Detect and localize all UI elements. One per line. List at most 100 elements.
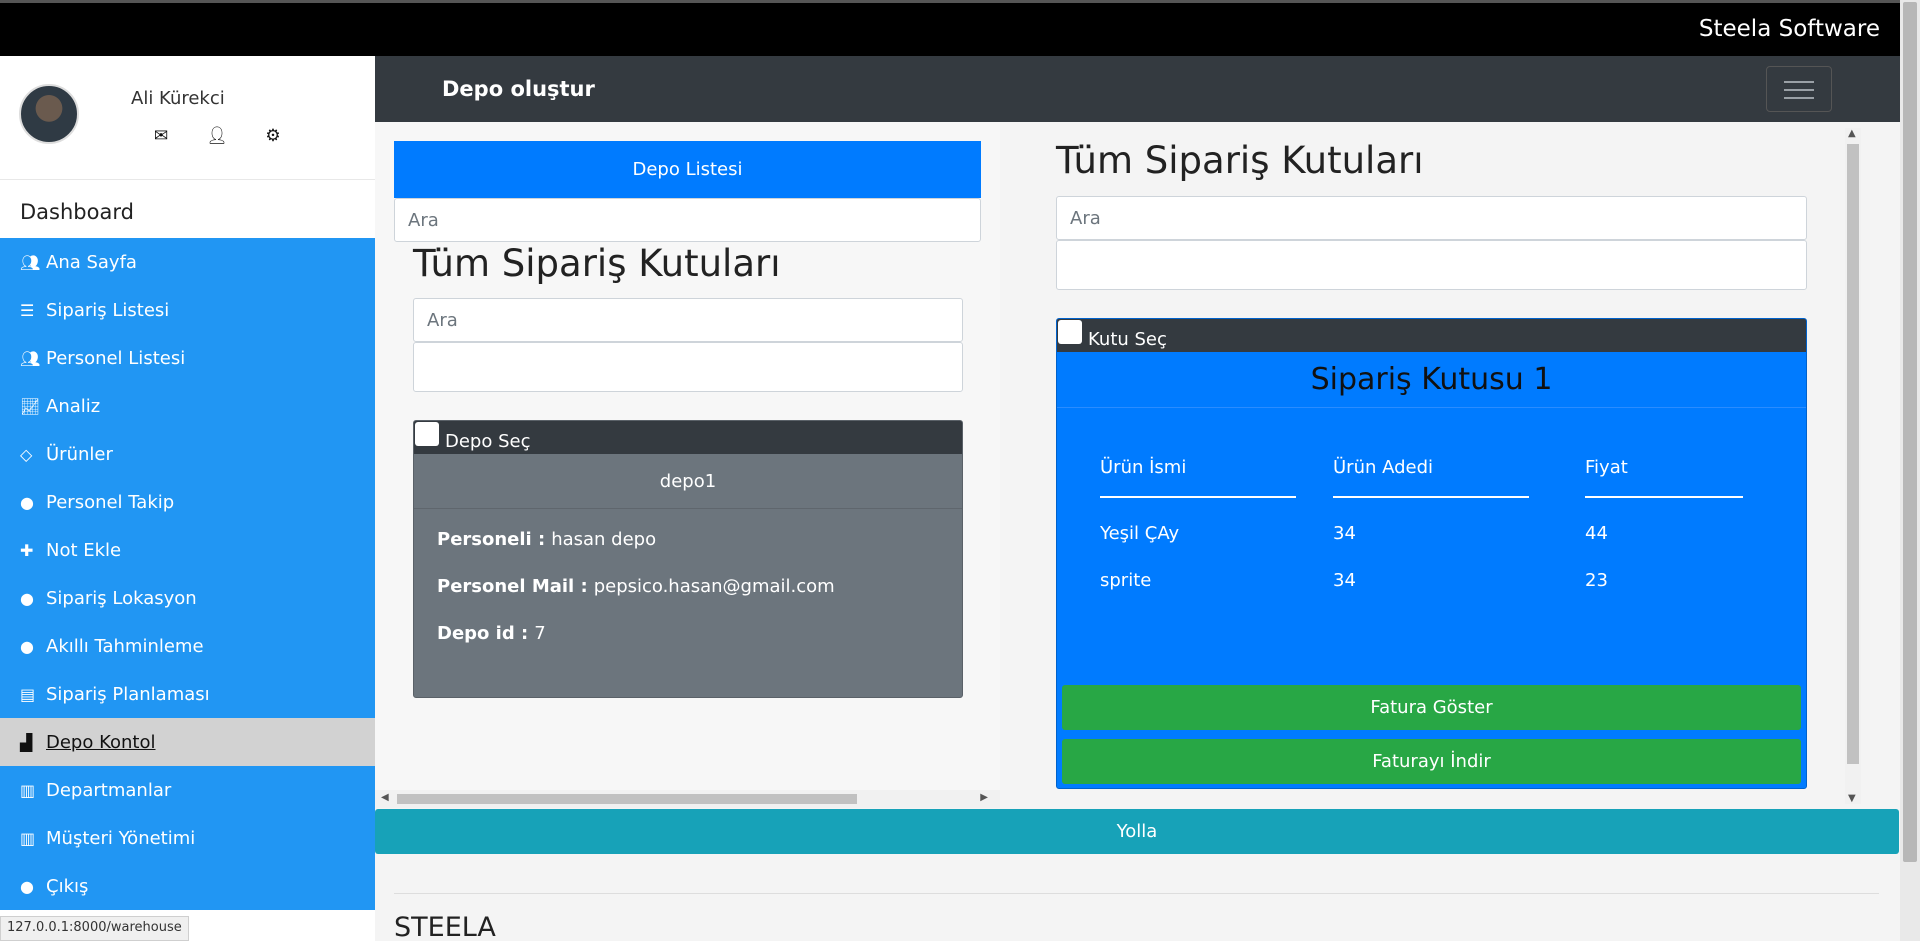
- profile-actions: ✉ 👤︎ ⚙: [150, 126, 284, 148]
- mail-value: pepsico.hasan@gmail.com: [593, 576, 835, 597]
- building-icon: ▥: [20, 780, 36, 800]
- warehouse-select-label: Depo Seç: [445, 431, 531, 452]
- column-header-price: Fiyat: [1585, 457, 1743, 498]
- profile-name: Ali Kürekci: [131, 88, 225, 109]
- globe-icon: ●: [20, 636, 34, 656]
- sidebar-item-personel-listesi[interactable]: 👥︎ Personel Listesi: [0, 334, 375, 382]
- left-panel-scroll-thumb[interactable]: [397, 794, 857, 804]
- warehouse-card-header: Depo Seç: [414, 421, 962, 454]
- sidebar-item-akilli-tahminleme[interactable]: ● Akıllı Tahminleme: [0, 622, 375, 670]
- scroll-up-icon[interactable]: ▲: [1848, 128, 1856, 139]
- box-select-label: Kutu Seç: [1088, 329, 1167, 350]
- diamond-icon: ◇: [20, 444, 33, 464]
- order-box-search-input[interactable]: Ara: [413, 298, 963, 342]
- column-header-quantity: Ürün Adedi: [1333, 457, 1529, 498]
- order-box-title: Sipariş Kutusu 1: [1057, 352, 1806, 408]
- table-row: sprite 34 23: [1100, 557, 1745, 604]
- sidebar-item-not-ekle[interactable]: ✚ Not Ekle: [0, 526, 375, 574]
- show-invoice-button[interactable]: Fatura Göster: [1062, 685, 1801, 730]
- sidebar-item-siparis-listesi[interactable]: ☰ Sipariş Listesi: [0, 286, 375, 334]
- hamburger-icon-line: [1784, 97, 1814, 99]
- sidebar-item-cikis[interactable]: ● Çıkış: [0, 862, 375, 910]
- sidebar-item-label: Sipariş Listesi: [46, 299, 170, 321]
- table-header: Ürün İsmi Ürün Adedi Fiyat: [1100, 457, 1745, 498]
- warehouse-card: Depo Seç depo1 Personeli : hasan depo Per…: [413, 420, 963, 698]
- status-url: 127.0.0.1:8000/warehouse: [0, 916, 189, 941]
- send-button[interactable]: Yolla: [375, 809, 1899, 854]
- sidebar: Ali Kürekci ✉ 👤︎ ⚙ Dashboard 👥︎ Ana Sayfa…: [0, 56, 375, 941]
- sidebar-item-label: Müşteri Yönetimi: [46, 827, 196, 849]
- order-box-filter-field[interactable]: [413, 342, 963, 392]
- sidebar-item-label: Ana Sayfa: [46, 251, 137, 273]
- warehouse-title: depo1: [414, 454, 962, 509]
- id-value: 7: [534, 623, 546, 644]
- brand-text[interactable]: Steela Software: [1699, 16, 1880, 42]
- envelope-icon[interactable]: ✉: [150, 126, 172, 148]
- top-navbar: Steela Software: [0, 0, 1900, 56]
- sidebar-item-label: Departmanlar: [46, 779, 172, 801]
- sidebar-item-analiz[interactable]: 📈︎ Analiz: [0, 382, 375, 430]
- chart-line-icon: 📈︎: [20, 396, 41, 416]
- globe-icon: ●: [20, 492, 34, 512]
- order-search-input[interactable]: Ara: [1056, 196, 1807, 240]
- right-panel-scroll-thumb[interactable]: [1847, 144, 1859, 764]
- personel-value: hasan depo: [551, 529, 657, 550]
- sidebar-item-urunler[interactable]: ◇ Ürünler: [0, 430, 375, 478]
- sidebar-item-siparis-planlamasi[interactable]: ▤ Sipariş Planlaması: [0, 670, 375, 718]
- sidebar-item-siparis-lokasyon[interactable]: ● Sipariş Lokasyon: [0, 574, 375, 622]
- left-panel-scrollbar[interactable]: ◀ ▶: [375, 790, 1000, 808]
- sidebar-item-musteri-yonetimi[interactable]: ▥ Müşteri Yönetimi: [0, 814, 375, 862]
- sidebar-item-label: Analiz: [46, 395, 101, 417]
- list-icon: ☰: [20, 300, 35, 320]
- page-title: Depo oluştur: [442, 77, 595, 101]
- cell-product-name: sprite: [1100, 570, 1152, 591]
- warehouse-list-button[interactable]: Depo Listesi: [394, 141, 981, 198]
- hamburger-icon-line: [1784, 89, 1814, 91]
- left-section-title: Tüm Sipariş Kutuları: [413, 242, 781, 285]
- user-icon[interactable]: 👤︎: [206, 126, 228, 148]
- id-label: Depo id :: [437, 623, 529, 644]
- hamburger-icon: [1784, 81, 1814, 83]
- sidebar-item-personel-takip[interactable]: ● Personel Takip: [0, 478, 375, 526]
- warehouse-id: Depo id :7: [414, 610, 962, 657]
- cell-price: 23: [1585, 570, 1608, 591]
- scroll-right-icon[interactable]: ▶: [980, 792, 988, 803]
- sidebar-item-departmanlar[interactable]: ▥ Departmanlar: [0, 766, 375, 814]
- scroll-left-icon[interactable]: ◀: [381, 792, 389, 803]
- globe-icon: ●: [20, 876, 34, 896]
- window-scrollbar[interactable]: [1900, 0, 1920, 941]
- sidebar-item-depo-kontol[interactable]: ▟ Depo Kontol: [0, 718, 375, 766]
- sidebar-item-label: Sipariş Lokasyon: [46, 587, 197, 609]
- box-select-checkbox[interactable]: [1058, 320, 1082, 344]
- sidebar-item-ana-sayfa[interactable]: 👥︎ Ana Sayfa: [0, 238, 375, 286]
- sidebar-item-label: Ürünler: [46, 443, 113, 465]
- industry-icon: ▟: [20, 732, 33, 752]
- table-row: Yeşil ÇAy 34 44: [1100, 510, 1745, 557]
- plus-icon: ✚: [20, 540, 34, 560]
- order-filter-field[interactable]: [1056, 240, 1807, 290]
- window-scrollbar-thumb[interactable]: [1903, 2, 1917, 862]
- order-items-table: Ürün İsmi Ürün Adedi Fiyat Yeşil ÇAy 34 …: [1100, 457, 1745, 604]
- order-box-card: Kutu Seç Sipariş Kutusu 1 Ürün İsmi Ürün…: [1056, 318, 1807, 789]
- gear-icon[interactable]: ⚙: [262, 126, 284, 148]
- personel-label: Personeli :: [437, 529, 546, 550]
- order-box-card-header: Kutu Seç: [1057, 319, 1806, 352]
- download-invoice-button[interactable]: Faturayı İndir: [1062, 739, 1801, 784]
- warehouse-search-input[interactable]: Ara: [394, 198, 981, 242]
- cell-product-name: Yeşil ÇAy: [1100, 523, 1180, 544]
- sidebar-item-label: Personel Listesi: [46, 347, 186, 369]
- menu-toggle-button[interactable]: [1766, 66, 1832, 112]
- sidebar-item-label: Sipariş Planlaması: [46, 683, 210, 705]
- cell-quantity: 34: [1333, 570, 1356, 591]
- sidebar-menu: 👥︎ Ana Sayfa ☰ Sipariş Listesi 👥︎ Personel …: [0, 238, 375, 910]
- scroll-down-icon[interactable]: ▼: [1848, 793, 1856, 804]
- sidebar-item-label: Not Ekle: [46, 539, 122, 561]
- profile-panel: Ali Kürekci ✉ 👤︎ ⚙: [0, 56, 375, 180]
- building-icon: ▥: [20, 828, 36, 848]
- right-panel-scrollbar[interactable]: ▲ ▼: [1845, 128, 1861, 804]
- right-section-title: Tüm Sipariş Kutuları: [1056, 139, 1424, 182]
- column-header-product-name: Ürün İsmi: [1100, 457, 1296, 498]
- footer-divider: [394, 893, 1879, 894]
- warehouse-select-checkbox[interactable]: [415, 422, 439, 446]
- mail-label: Personel Mail :: [437, 576, 588, 597]
